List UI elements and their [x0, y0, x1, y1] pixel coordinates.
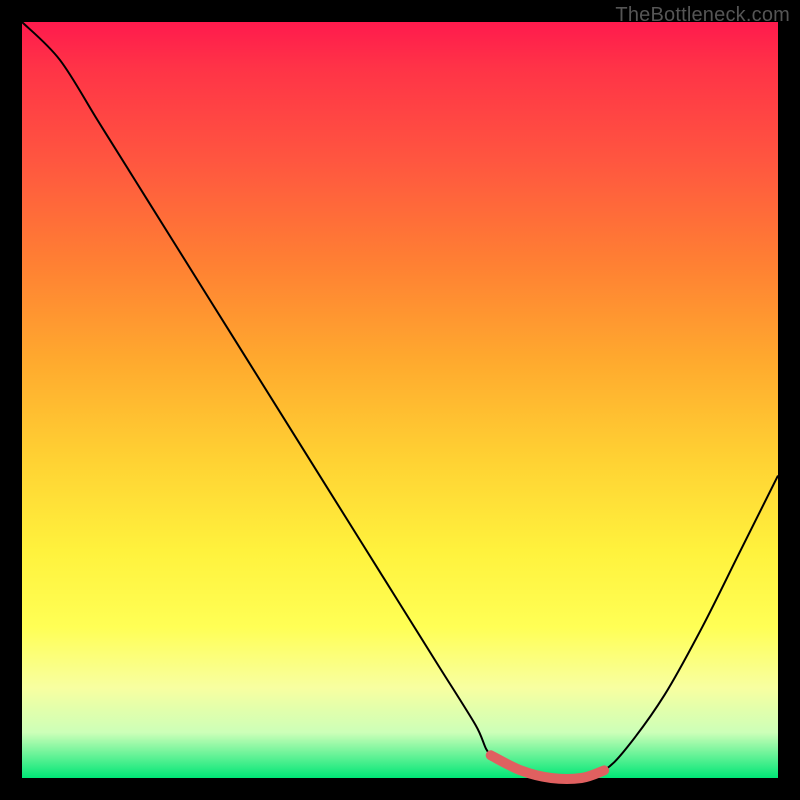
watermark-text: TheBottleneck.com [615, 4, 790, 27]
chart-area [22, 22, 778, 778]
bottleneck-curve [22, 22, 778, 779]
chart-svg [22, 22, 778, 778]
highlight-segment [491, 755, 604, 779]
